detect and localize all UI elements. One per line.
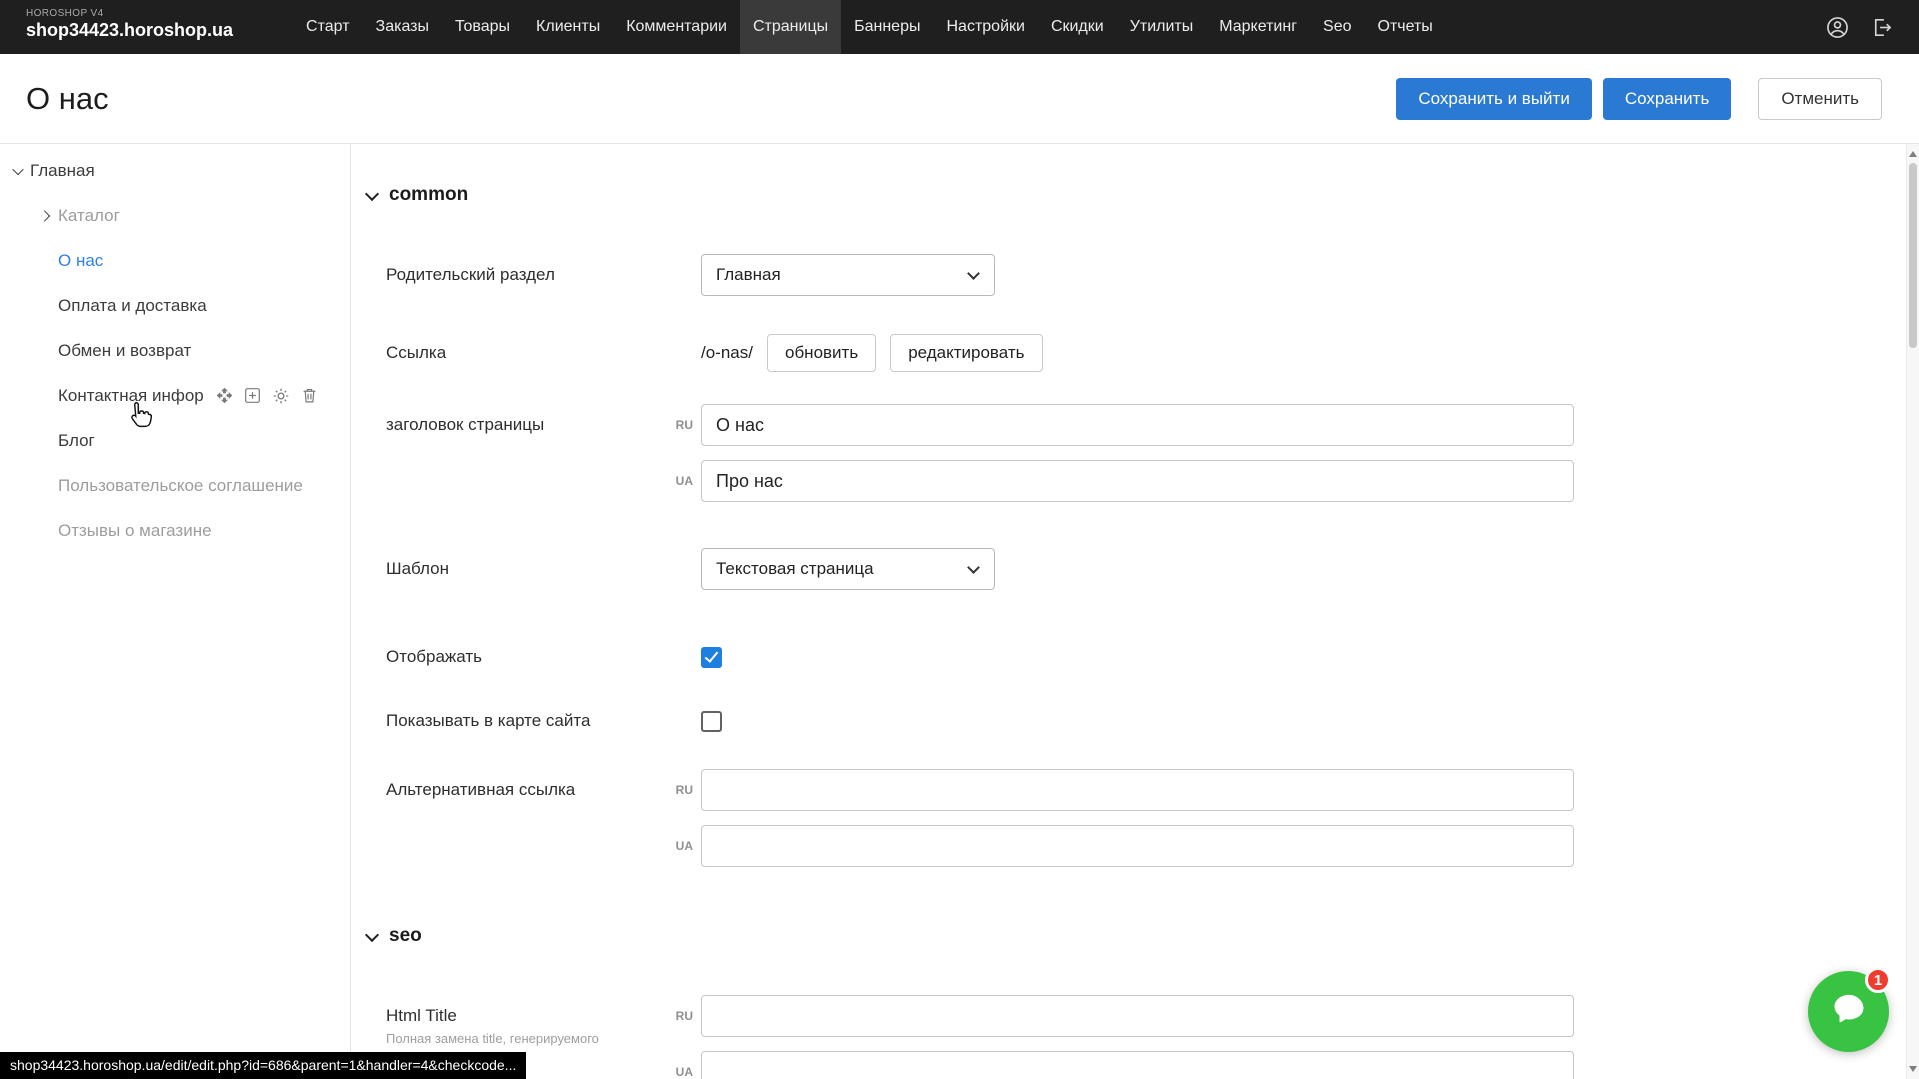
chevron-placeholder [38,433,53,448]
lang-ru-label: RU [666,783,693,797]
link-update-button[interactable]: обновить [767,334,876,372]
chevron-placeholder [38,523,53,538]
logo-domain: shop34423.horoshop.ua [26,20,233,41]
scroll-down-icon[interactable] [1907,1062,1919,1076]
nav-kommentarii[interactable]: Комментарии [613,0,740,54]
save-button[interactable]: Сохранить [1603,78,1731,120]
nav-start[interactable]: Старт [293,0,362,54]
display-checkbox[interactable] [701,647,722,668]
page-header: О нас Сохранить и выйти Сохранить Отмени… [0,54,1919,144]
nav-stranicy[interactable]: Страницы [740,0,841,54]
nav-otchety[interactable]: Отчеты [1365,0,1446,54]
settings-icon[interactable] [272,387,290,405]
cancel-button[interactable]: Отменить [1758,78,1882,120]
account-icon[interactable] [1825,15,1849,39]
chevron-placeholder [38,343,53,358]
sidebar-item-obmen-i-vozvrat[interactable]: Обмен и возврат [0,328,350,373]
sidebar-item-o-nas[interactable]: О нас [0,238,350,283]
sidebar-item-oplata-i-dostavka[interactable]: Оплата и доставка [0,283,350,328]
sidebar-item-kontaktnaya-informacia[interactable]: Контактная инфор [0,373,350,418]
save-and-exit-button[interactable]: Сохранить и выйти [1396,78,1591,120]
nav-nastroyki[interactable]: Настройки [933,0,1037,54]
collapse-chevron-icon [365,188,379,202]
page-title-ua-input[interactable] [701,460,1574,502]
alt-link-ru-input[interactable] [701,769,1574,811]
chevron-placeholder [38,478,53,493]
html-title-hint: Полная замена title, генерируемого [386,1031,641,1047]
field-page-title: заголовок страницы RU UA [386,404,1919,502]
lang-ru-label: RU [666,1009,693,1023]
collapse-chevron-icon [365,929,379,943]
nav-marketing[interactable]: Маркетинг [1206,0,1310,54]
sidebar-item-polzovatelskoe-soglashenie[interactable]: Пользовательское соглашение [0,463,350,508]
select-chevron-icon [968,563,980,575]
app-window: HOROSHOP V4 shop34423.horoshop.ua Старт … [0,0,1919,1079]
field-sitemap: Показывать в карте сайта [386,700,1919,742]
nav-utility[interactable]: Утилиты [1117,0,1207,54]
chat-unread-badge: 1 [1865,967,1891,993]
link-path: /o-nas/ [701,343,753,363]
lang-ua-label: UA [666,1065,693,1079]
chevron-placeholder [38,388,53,403]
move-icon[interactable] [216,387,233,404]
lang-ru-label: RU [666,418,693,432]
add-icon[interactable] [244,387,261,404]
lang-ua-label: UA [666,839,693,853]
field-link: Ссылка /o-nas/ обновить редактировать [386,332,1919,374]
scrollbar [1906,144,1919,1079]
field-parent-section: Родительский раздел Главная [386,254,1919,296]
nav-klienty[interactable]: Клиенты [523,0,613,54]
scrollbar-thumb[interactable] [1909,163,1917,348]
field-display: Отображать [386,636,1919,678]
section-common[interactable]: common [365,184,1919,206]
chevron-down-icon[interactable] [10,163,25,178]
main-area: Главная Каталог О нас Оплата и доставка [0,144,1919,1079]
sidebar-item-katalog[interactable]: Каталог [0,193,350,238]
page-title: О нас [26,81,109,117]
scroll-up-icon[interactable] [1907,147,1919,161]
link-edit-button[interactable]: редактировать [890,334,1042,372]
logout-icon[interactable] [1869,15,1893,39]
sitemap-checkbox[interactable] [701,711,722,732]
field-html-title: Html Title Полная замена title, генериру… [386,995,1919,1079]
nav-zakazy[interactable]: Заказы [363,0,442,54]
topbar-icons [1815,0,1919,54]
lang-ua-label: UA [666,474,693,488]
field-template: Шаблон Текстовая страница [386,548,1919,590]
topbar: HOROSHOP V4 shop34423.horoshop.ua Старт … [0,0,1919,54]
logo[interactable]: HOROSHOP V4 shop34423.horoshop.ua [0,0,233,54]
delete-icon[interactable] [301,387,318,404]
alt-link-ua-input[interactable] [701,825,1574,867]
nav-tovary[interactable]: Товары [442,0,523,54]
field-alt-link: Альтернативная ссылка RU UA [386,769,1919,867]
logo-version: HOROSHOP V4 [26,8,233,19]
tree-children: Каталог О нас Оплата и доставка Обмен и … [0,193,350,553]
tree-item-actions [216,387,318,405]
header-actions: Сохранить и выйти Сохранить Отменить [1396,78,1882,120]
sidebar-item-glavnaya[interactable]: Главная [0,148,350,193]
top-navigation: Старт Заказы Товары Клиенты Комментарии … [293,0,1815,54]
parent-section-select[interactable]: Главная [701,254,995,296]
nav-skidki[interactable]: Скидки [1038,0,1117,54]
sidebar-item-blog[interactable]: Блог [0,418,350,463]
section-seo[interactable]: seo [365,925,1919,947]
chevron-placeholder [38,298,53,313]
status-bar-url: shop34423.horoshop.ua/edit/edit.php?id=6… [0,1052,526,1079]
nav-seo[interactable]: Seo [1310,0,1364,54]
chevron-right-icon[interactable] [38,208,53,223]
chat-icon [1829,989,1869,1034]
template-select[interactable]: Текстовая страница [701,548,995,590]
sidebar-item-otzyvy-o-magazine[interactable]: Отзывы о магазине [0,508,350,553]
page-edit-form: common Родительский раздел Главная Ссылк… [351,144,1919,1079]
select-chevron-icon [968,269,980,281]
chevron-placeholder [38,253,53,268]
html-title-ru-input[interactable] [701,995,1574,1037]
page-title-ru-input[interactable] [701,404,1574,446]
chat-widget-button[interactable]: 1 [1808,971,1889,1052]
pages-tree-sidebar: Главная Каталог О нас Оплата и доставка [0,144,351,1079]
html-title-ua-input[interactable] [701,1051,1574,1079]
nav-bannery[interactable]: Баннеры [841,0,933,54]
